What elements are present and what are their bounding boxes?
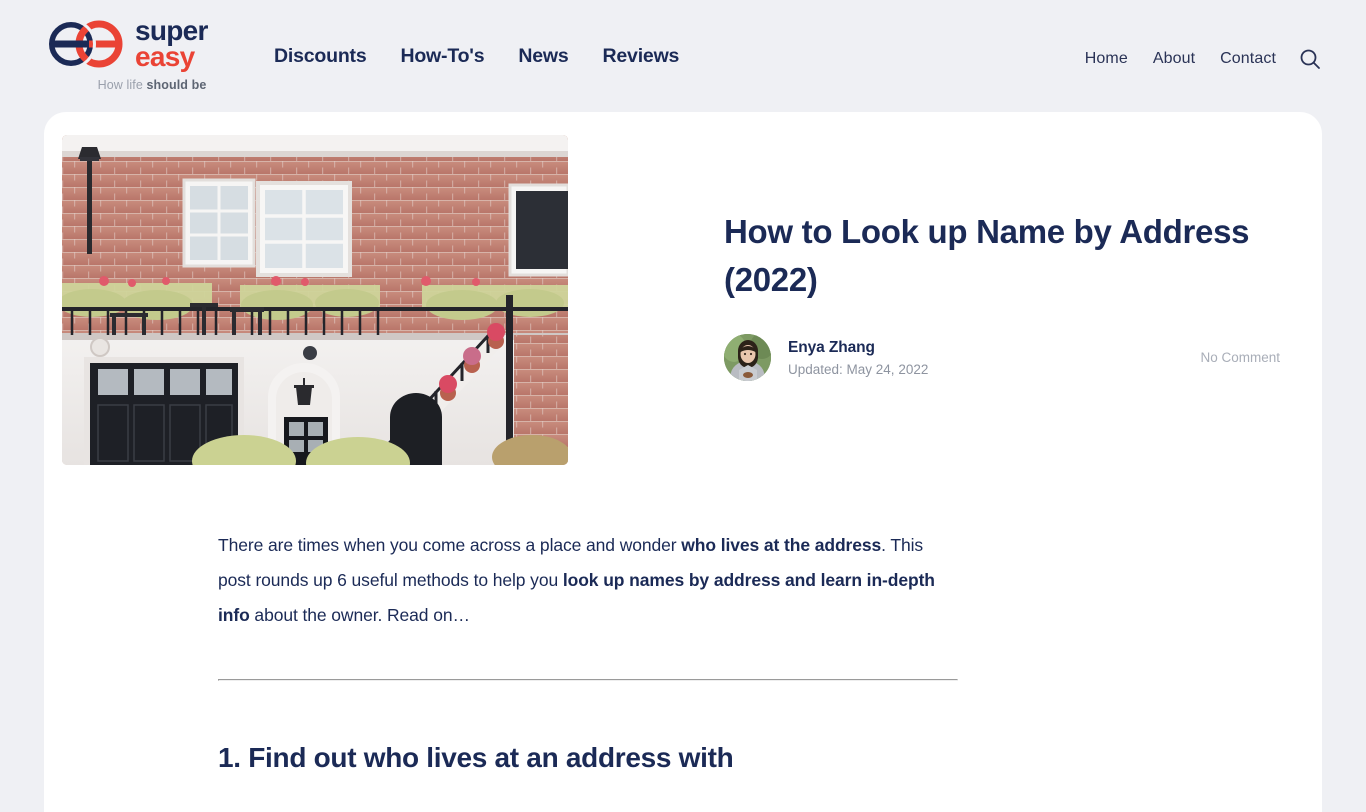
nav-item-home[interactable]: Home [1085,50,1128,68]
updated-date: Updated: May 24, 2022 [788,361,929,377]
logo-row: super easy [44,15,208,72]
logo-word-super: super [135,15,208,46]
logo-tagline: How life should be [44,78,260,92]
comment-count[interactable]: No Comment [1200,350,1284,365]
main-navigation: Discounts How-To's News Reviews [274,45,679,68]
superEasy-logomark-icon [46,19,123,68]
nav-item-news[interactable]: News [518,45,568,68]
article-byline: Enya Zhang Updated: May 24, 2022 No Comm… [724,334,1284,381]
lede-part-3: about the owner. Read on… [249,605,470,625]
tagline-bold: should be [146,77,207,92]
utility-navigation: Home About Contact [1085,47,1322,71]
nav-item-about[interactable]: About [1153,50,1195,68]
author-name[interactable]: Enya Zhang [788,339,928,357]
nav-item-how-tos[interactable]: How-To's [400,45,484,68]
hero-image [62,135,568,465]
content-divider [218,679,958,681]
site-header: super easy How life should be Discounts … [0,0,1366,112]
article-card: How to Look up Name by Address (2022) En… [44,112,1322,812]
logo-word-easy: easy [135,40,195,72]
byline-text: Enya Zhang Updated: May 24, 2022 [788,339,928,377]
section-heading-1: 1. Find out who lives at an address with [218,742,734,773]
avatar-portrait-illustration [724,334,771,381]
article-title: How to Look up Name by Address (2022) [724,213,1250,298]
author-avatar[interactable] [724,334,771,381]
logo-wordmark: super easy [135,15,208,72]
search-icon [1300,49,1320,69]
search-button[interactable] [1298,47,1322,71]
lede-part-1: There are times when you come across a p… [218,535,682,555]
article-lede: There are times when you come across a p… [218,528,960,633]
hero-image-illustration [62,135,568,465]
nav-item-discounts[interactable]: Discounts [274,45,367,68]
nav-item-reviews[interactable]: Reviews [603,45,680,68]
lede-bold-1: who lives at the address [681,535,882,555]
article-header: How to Look up Name by Address (2022) [724,208,1304,304]
nav-item-contact[interactable]: Contact [1220,50,1276,68]
site-logo[interactable]: super easy How life should be [44,15,260,92]
article-body: There are times when you come across a p… [218,528,960,777]
tagline-light: How life [97,77,147,92]
